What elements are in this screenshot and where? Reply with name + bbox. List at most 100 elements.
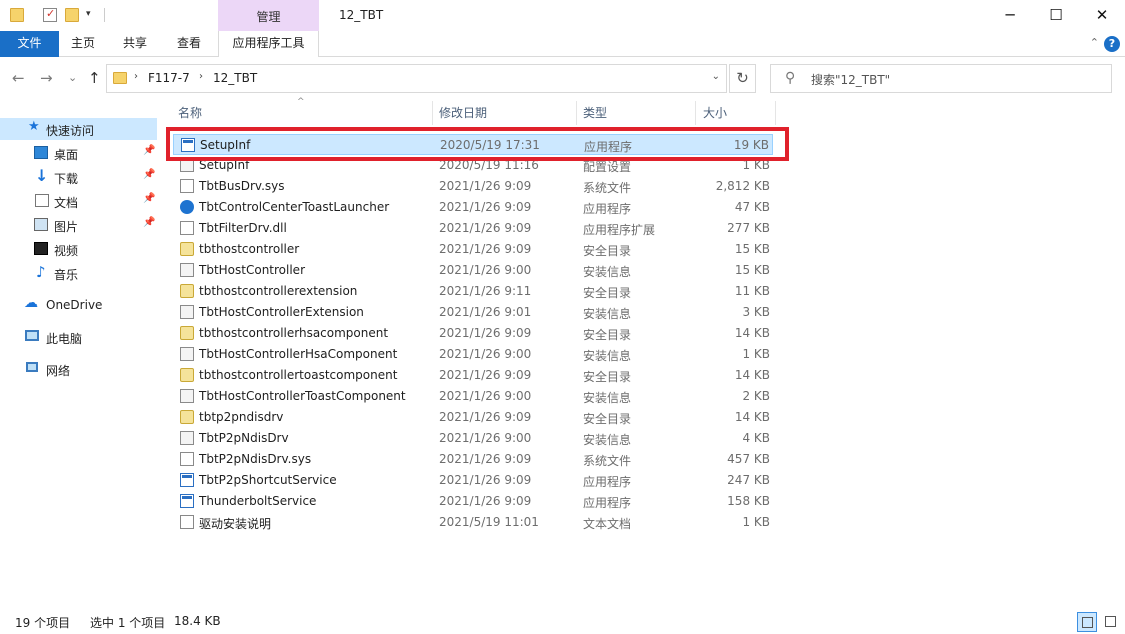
properties-icon[interactable] xyxy=(43,7,57,22)
refresh-button[interactable]: ↻ xyxy=(729,64,756,93)
forward-button[interactable]: → xyxy=(40,69,53,87)
file-date: 2021/1/26 9:00 xyxy=(439,431,532,445)
file-row[interactable]: tbthostcontrollerextension 2021/1/26 9:11… xyxy=(173,281,773,302)
tab-file[interactable]: 文件 xyxy=(0,31,59,57)
file-row[interactable]: ThunderboltService 2021/1/26 9:09 应用程序 158 … xyxy=(173,491,773,512)
file-type: 安装信息 xyxy=(583,307,632,321)
file-type: 安装信息 xyxy=(583,265,632,279)
nav-item-network[interactable]: 网络 xyxy=(0,358,157,380)
file-list: ^ 名称 修改日期 类型 大小 SetupInf 2020/5/19 17:31 应… xyxy=(160,97,1125,601)
nav-item-this-pc[interactable]: 此电脑 xyxy=(0,326,157,348)
maximize-button[interactable]: ☐ xyxy=(1033,0,1079,31)
file-date: 2021/1/26 9:09 xyxy=(439,221,532,235)
file-row[interactable]: TbtFilterDrv.dll 2021/1/26 9:09 应用程序扩展 277 … xyxy=(173,218,773,239)
column-divider[interactable] xyxy=(695,101,696,125)
search-placeholder: 搜索"12_TBT" xyxy=(811,73,891,87)
file-type: 系统文件 xyxy=(583,454,632,468)
up-button[interactable]: ↑ xyxy=(88,69,101,87)
file-size: 14 KB xyxy=(734,326,770,340)
nav-item-documents[interactable]: 文档 📌 xyxy=(0,190,157,212)
file-row[interactable]: tbthostcontrollerhsacomponent 2021/1/26 9… xyxy=(173,323,773,344)
tab-home[interactable]: 主页 xyxy=(59,31,107,57)
help-icon[interactable]: ? xyxy=(1104,36,1120,52)
chevron-down-icon[interactable]: ⌄ xyxy=(712,71,720,82)
file-type: 文本文档 xyxy=(583,517,632,531)
file-size: 158 KB xyxy=(727,494,770,508)
file-date: 2021/1/26 9:11 xyxy=(439,284,532,298)
file-row[interactable]: TbtHostControllerHsaComponent 2021/1/26 9… xyxy=(173,344,773,365)
recent-locations-button[interactable]: ⌄ xyxy=(68,71,77,84)
minimize-button[interactable]: ─ xyxy=(987,0,1033,31)
collapse-ribbon-icon[interactable]: ⌃ xyxy=(1090,36,1099,49)
nav-item-videos[interactable]: 视频 xyxy=(0,238,157,260)
highlight-annotation xyxy=(166,127,789,161)
file-date: 2021/1/26 9:09 xyxy=(439,200,532,214)
address-bar[interactable]: › F117-7 › 12_TBT ⌄ xyxy=(106,64,727,93)
star-icon: ★ xyxy=(28,119,40,134)
file-row[interactable]: TbtP2pNdisDrv.sys 2021/1/26 9:09 系统文件 457 K… xyxy=(173,449,773,470)
file-date: 2021/1/26 9:00 xyxy=(439,347,532,361)
file-row[interactable]: 驱动安装说明 2021/5/19 11:01 文本文档 1 KB xyxy=(173,512,773,533)
file-row[interactable]: tbtp2pndisdrv 2021/1/26 9:09 安全目录 14 KB xyxy=(173,407,773,428)
nav-item-pictures[interactable]: 图片 📌 xyxy=(0,214,157,236)
application-icon xyxy=(180,473,194,487)
nav-label: 视频 xyxy=(54,244,79,258)
column-header-size[interactable]: 大小 xyxy=(703,104,727,126)
search-input[interactable]: ⚲ 搜索"12_TBT" xyxy=(770,64,1112,93)
file-date: 2021/1/26 9:00 xyxy=(439,263,532,277)
column-header-type[interactable]: 类型 xyxy=(583,104,607,126)
tab-application-tools[interactable]: 应用程序工具 xyxy=(218,31,319,57)
file-size: 15 KB xyxy=(734,263,770,277)
file-row[interactable]: TbtHostControllerExtension 2021/1/26 9:01… xyxy=(173,302,773,323)
download-icon: ↓ xyxy=(35,166,49,185)
breadcrumb-item[interactable]: F117-7 xyxy=(148,71,190,85)
file-size: 2 KB xyxy=(742,389,770,403)
file-row[interactable]: TbtP2pNdisDrv 2021/1/26 9:00 安装信息 4 KB xyxy=(173,428,773,449)
manage-context-tab[interactable]: 管理 xyxy=(218,0,319,31)
file-name: TbtControlCenterToastLauncher xyxy=(199,200,390,214)
tab-view[interactable]: 查看 xyxy=(165,31,213,57)
large-icons-view-button[interactable] xyxy=(1101,612,1121,632)
file-row[interactable]: tbthostcontroller 2021/1/26 9:09 安全目录 15 KB xyxy=(173,239,773,260)
file-row[interactable]: TbtP2pShortcutService 2021/1/26 9:09 应用程序 2… xyxy=(173,470,773,491)
file-type: 安装信息 xyxy=(583,433,632,447)
back-button[interactable]: ← xyxy=(12,69,25,87)
nav-item-music[interactable]: ♪ 音乐 xyxy=(0,262,157,284)
details-view-button[interactable] xyxy=(1077,612,1097,632)
pin-icon: 📌 xyxy=(143,193,156,204)
file-name: TbtHostControllerExtension xyxy=(199,305,364,319)
new-folder-icon[interactable] xyxy=(65,8,79,22)
customize-toolbar-icon[interactable]: ▾ xyxy=(86,9,91,19)
breadcrumb-item[interactable]: 12_TBT xyxy=(213,71,257,85)
chevron-right-icon[interactable]: › xyxy=(134,71,138,82)
chevron-right-icon[interactable]: › xyxy=(199,71,203,82)
file-row[interactable]: TbtHostController 2021/1/26 9:00 安装信息 15 KB xyxy=(173,260,773,281)
nav-item-onedrive[interactable]: ☁ OneDrive xyxy=(0,294,157,316)
file-row[interactable]: tbthostcontrollertoastcomponent 2021/1/26… xyxy=(173,365,773,386)
text-file-icon xyxy=(180,515,194,529)
file-name: TbtP2pShortcutService xyxy=(199,473,337,487)
system-file-icon xyxy=(180,452,194,466)
column-divider[interactable] xyxy=(775,101,776,125)
column-header-name[interactable]: 名称 xyxy=(178,104,202,126)
file-name: TbtHostControllerToastComponent xyxy=(199,389,406,403)
file-row[interactable]: TbtControlCenterToastLauncher 2021/1/26 9… xyxy=(173,197,773,218)
folder-icon[interactable] xyxy=(10,8,24,22)
file-name: TbtFilterDrv.dll xyxy=(199,221,287,235)
documents-icon xyxy=(35,194,49,207)
large-icons-view-icon xyxy=(1105,616,1116,627)
tab-share[interactable]: 共享 xyxy=(111,31,159,57)
nav-item-desktop[interactable]: 桌面 📌 xyxy=(0,142,157,164)
nav-item-downloads[interactable]: ↓ 下载 📌 xyxy=(0,166,157,188)
file-name: TbtP2pNdisDrv.sys xyxy=(199,452,312,466)
file-row[interactable]: TbtBusDrv.sys 2021/1/26 9:09 系统文件 2,812 KB xyxy=(173,176,773,197)
file-date: 2021/1/26 9:00 xyxy=(439,389,532,403)
setup-info-icon xyxy=(180,305,194,319)
file-row[interactable]: TbtHostControllerToastComponent 2021/1/26… xyxy=(173,386,773,407)
column-divider[interactable] xyxy=(432,101,433,125)
column-divider[interactable] xyxy=(576,101,577,125)
column-header-date[interactable]: 修改日期 xyxy=(439,104,487,126)
nav-quick-access[interactable]: ★ 快速访问 xyxy=(0,118,157,140)
setup-info-icon xyxy=(180,347,194,361)
close-button[interactable]: ✕ xyxy=(1079,0,1125,31)
